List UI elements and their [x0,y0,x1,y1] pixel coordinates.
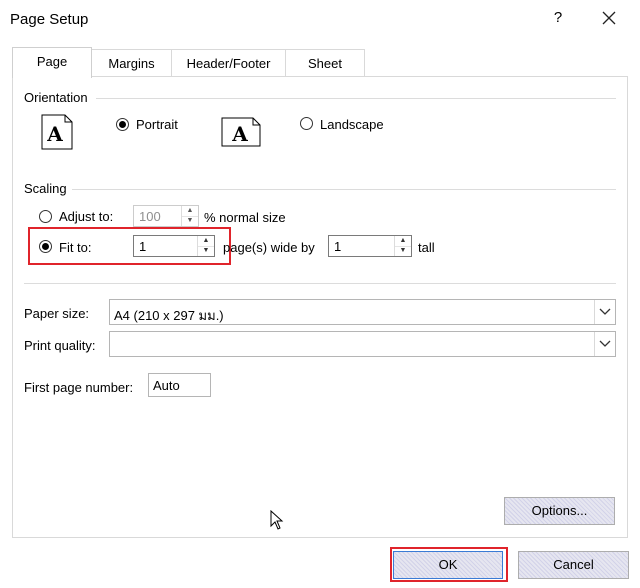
first-page-number-input[interactable]: Auto [148,373,211,397]
fit-tall-spinner[interactable]: 1 ▲ ▼ [328,235,412,257]
fit-tall-value[interactable]: 1 [334,239,341,254]
mouse-cursor-icon [270,510,284,530]
print-quality-dropdown-button[interactable] [594,332,615,356]
print-quality-label: Print quality: [24,338,96,353]
adjust-to-value[interactable]: 100 [139,209,161,224]
paper-size-dropdown-button[interactable] [594,300,615,324]
tab-header-footer[interactable]: Header/Footer [171,49,286,77]
landscape-icon-letter: A [231,122,248,146]
landscape-label[interactable]: Landscape [320,117,384,132]
fit-to-radio[interactable] [39,240,52,253]
print-quality-select[interactable] [109,331,616,357]
chevron-down-icon [599,308,611,315]
options-button[interactable]: Options... [504,497,615,525]
paper-size-label: Paper size: [24,306,90,321]
paper-size-select[interactable]: A4 (210 x 297 มม.) [109,299,616,325]
fit-to-label[interactable]: Fit to: [59,240,92,255]
scaling-heading: Scaling [24,181,67,196]
landscape-page-icon: A [221,117,261,147]
adjust-to-label[interactable]: Adjust to: [59,209,113,224]
cancel-button[interactable]: Cancel [518,551,629,579]
ok-button[interactable]: OK [393,551,503,579]
scaling-bottom-divider [24,283,616,284]
title-bar: Page Setup ? [0,0,640,40]
help-button[interactable]: ? [548,9,568,26]
orientation-heading: Orientation [24,90,88,105]
tab-page[interactable]: Page [12,47,92,78]
close-button[interactable] [597,6,621,30]
portrait-label[interactable]: Portrait [136,117,178,132]
adjust-to-radio[interactable] [39,210,52,223]
chevron-down-icon [599,340,611,347]
adjust-to-spinner[interactable]: 100 ▲ ▼ [133,205,199,227]
portrait-radio[interactable] [116,118,129,131]
fit-tall-down-arrow-icon[interactable]: ▼ [395,246,411,256]
scaling-divider [72,189,616,190]
first-page-number-value[interactable]: Auto [153,378,180,393]
tall-label: tall [418,240,435,255]
landscape-radio[interactable] [300,117,313,130]
portrait-page-icon: A [41,114,73,150]
orientation-divider [96,98,616,99]
fit-wide-spinner[interactable]: 1 ▲ ▼ [133,235,215,257]
first-page-number-label: First page number: [24,380,134,395]
normal-size-label: % normal size [204,210,286,225]
close-icon [602,11,616,25]
portrait-icon-letter: A [46,122,63,146]
fit-wide-down-arrow-icon[interactable]: ▼ [198,246,214,256]
tab-margins[interactable]: Margins [91,49,172,77]
paper-size-value: A4 (210 x 297 มม.) [114,308,224,323]
pages-wide-label: page(s) wide by [223,240,315,255]
fit-wide-value[interactable]: 1 [139,239,146,254]
dialog-title: Page Setup [10,11,89,28]
tab-sheet[interactable]: Sheet [285,49,365,77]
adjust-to-down-arrow-icon[interactable]: ▼ [182,216,198,226]
